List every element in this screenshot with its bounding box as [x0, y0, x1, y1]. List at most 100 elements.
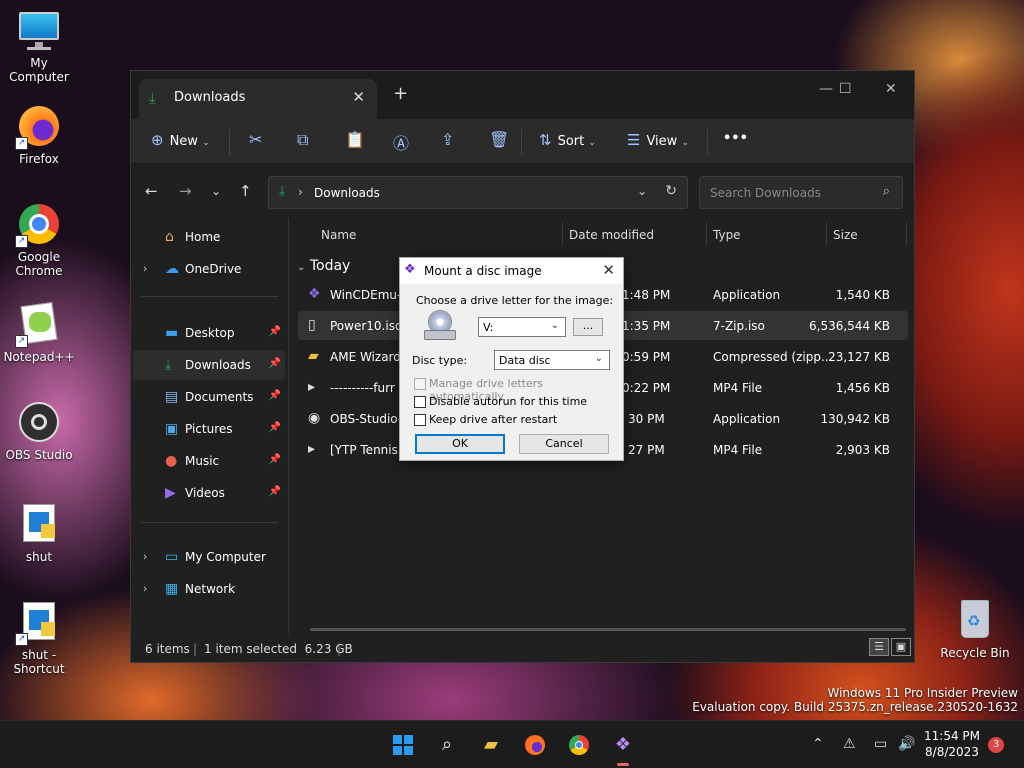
column-separator[interactable]: [562, 222, 563, 246]
sidebar-item-network[interactable]: › ▦ Network: [133, 574, 285, 604]
ok-button[interactable]: OK: [415, 434, 505, 454]
delete-icon[interactable]: 🗑: [489, 130, 509, 149]
close-icon[interactable]: ✕: [602, 261, 615, 279]
sidebar-item-music[interactable]: ● Music 📌: [133, 446, 285, 476]
refresh-icon[interactable]: ↻: [665, 183, 677, 199]
volume-icon[interactable]: 🔊: [898, 736, 915, 752]
clock[interactable]: 11:54 PM 8/8/2023: [924, 728, 980, 760]
cancel-button[interactable]: Cancel: [519, 434, 609, 454]
clock-time: 11:54 PM: [924, 729, 980, 743]
copy-icon[interactable]: ⧉: [297, 130, 308, 150]
pin-icon[interactable]: 📌: [269, 486, 281, 497]
pin-icon[interactable]: 📌: [269, 454, 281, 465]
tab-downloads[interactable]: ⤓ Downloads ✕: [139, 79, 377, 119]
tiles-view-icon[interactable]: ▣: [891, 638, 911, 656]
browse-button[interactable]: ...: [573, 318, 603, 336]
cut-icon[interactable]: ✂: [249, 130, 262, 149]
new-tab-button[interactable]: +: [393, 83, 408, 104]
expand-chevron-icon[interactable]: ›: [143, 262, 147, 275]
search-icon[interactable]: ⌕: [883, 184, 890, 199]
minimize-button[interactable]: —: [819, 81, 833, 97]
column-type[interactable]: Type: [713, 228, 741, 242]
notification-badge[interactable]: 3: [988, 737, 1004, 753]
details-view-icon[interactable]: ☰: [869, 638, 889, 656]
desktop-icon-firefox[interactable]: ↗ Firefox: [0, 104, 78, 166]
address-bar[interactable]: ⤓ › Downloads ⌄ ↻: [268, 176, 688, 209]
back-arrow-icon[interactable]: ←: [145, 182, 158, 200]
sidebar-item-home[interactable]: ⌂ Home: [133, 222, 285, 252]
download-icon: ⤓: [279, 183, 286, 199]
chevron-down-icon: ⌄: [550, 320, 559, 331]
chrome-icon[interactable]: [565, 731, 593, 759]
manage-drive-letters-checkbox[interactable]: Manage drive letters automatically: [412, 376, 612, 403]
sidebar-item-my-computer[interactable]: › ▭ My Computer: [133, 542, 285, 572]
pin-icon[interactable]: 📌: [269, 390, 281, 401]
shortcut-arrow-icon: ↗: [15, 137, 28, 150]
up-arrow-icon[interactable]: ↑: [239, 182, 252, 200]
forward-arrow-icon[interactable]: →: [179, 182, 192, 200]
plus-circle-icon: ⊕: [151, 131, 164, 149]
new-button[interactable]: ⊕ New ⌄: [151, 131, 210, 149]
dialog-title: Mount a disc image: [424, 264, 542, 278]
firefox-icon[interactable]: [521, 731, 549, 759]
desktop-icon-my-computer[interactable]: My Computer: [0, 8, 78, 84]
column-separator[interactable]: [826, 222, 827, 246]
desktop-icon-notepadpp[interactable]: ↗ Notepad++: [0, 301, 78, 364]
display-icon[interactable]: ▭: [874, 736, 887, 752]
network-disconnected-icon[interactable]: ⚠: [843, 736, 856, 752]
column-separator[interactable]: [706, 222, 707, 246]
toolbar-separator: [229, 129, 230, 155]
view-button[interactable]: ☰ View ⌄: [627, 131, 689, 149]
close-window-button[interactable]: ✕: [885, 81, 897, 97]
column-size[interactable]: Size: [833, 228, 858, 242]
column-name[interactable]: Name: [321, 228, 356, 242]
expand-chevron-icon[interactable]: ›: [143, 550, 147, 563]
pin-icon[interactable]: 📌: [269, 326, 281, 337]
sidebar-item-pictures[interactable]: ▣ Pictures 📌: [133, 414, 285, 444]
column-separator[interactable]: [906, 222, 907, 246]
start-windows-icon[interactable]: [389, 731, 417, 759]
expand-chevron-icon[interactable]: ›: [143, 582, 147, 595]
zip-folder-icon: ▰: [308, 348, 319, 364]
home-icon: ⌂: [165, 229, 174, 245]
search-input[interactable]: [700, 177, 870, 208]
rename-icon[interactable]: Ⓐ: [393, 130, 409, 154]
paste-icon[interactable]: 📋: [345, 130, 365, 149]
address-dropdown-icon[interactable]: ⌄: [637, 184, 647, 198]
desktop-icon-recycle-bin[interactable]: ♻ Recycle Bin: [936, 598, 1014, 660]
show-hidden-icons-chevron[interactable]: ⌃: [812, 736, 824, 752]
sort-button[interactable]: ⇅ Sort ⌄: [539, 131, 596, 149]
column-date-modified[interactable]: Date modified: [569, 228, 654, 242]
desktop-icon-shut-shortcut[interactable]: ↗ shut - Shortcut: [0, 600, 78, 676]
sidebar-item-downloads[interactable]: ⤓ Downloads 📌: [133, 350, 285, 380]
collapse-chevron-icon: ⌄: [297, 262, 306, 273]
pin-icon[interactable]: 📌: [269, 422, 281, 433]
share-icon[interactable]: ⇪: [441, 130, 454, 149]
desktop-icon-chrome[interactable]: ↗ Google Chrome: [0, 202, 78, 278]
desktop-icon-shut[interactable]: shut: [0, 502, 78, 564]
video-file-icon: ▸: [308, 379, 316, 395]
disc-type-select[interactable]: Data disc ⌄: [494, 350, 610, 370]
search-icon[interactable]: ⌕: [433, 731, 461, 759]
breadcrumb-downloads[interactable]: Downloads: [314, 186, 380, 200]
desktop-icon-obs[interactable]: OBS Studio: [0, 400, 78, 462]
horizontal-scrollbar[interactable]: [310, 628, 906, 631]
more-options-button[interactable]: •••: [723, 131, 748, 146]
group-header-today[interactable]: ⌄ Today: [297, 258, 350, 274]
sidebar-item-onedrive[interactable]: › ☁ OneDrive: [133, 254, 285, 284]
sidebar-item-videos[interactable]: ▶ Videos 📌: [133, 478, 285, 508]
disable-autorun-checkbox[interactable]: Disable autorun for this time: [412, 394, 612, 410]
pin-icon[interactable]: 📌: [269, 358, 281, 369]
search-box[interactable]: ⌕: [699, 176, 903, 209]
close-tab-icon[interactable]: ✕: [352, 88, 365, 106]
maximize-button[interactable]: ☐: [839, 81, 852, 97]
desktop-icon-label: Notepad++: [3, 350, 75, 364]
drive-letter-select[interactable]: V: ⌄: [478, 317, 566, 337]
file-explorer-icon[interactable]: ▰: [477, 731, 505, 759]
sidebar-item-documents[interactable]: ▤ Documents 📌: [133, 382, 285, 412]
keep-drive-checkbox[interactable]: Keep drive after restart: [412, 412, 612, 428]
sidebar-item-desktop[interactable]: ▬ Desktop 📌: [133, 318, 285, 348]
toolbar-separator: [707, 129, 708, 155]
wincdemu-icon[interactable]: ❖: [609, 731, 637, 766]
recent-chevron-icon[interactable]: ⌄: [211, 184, 221, 198]
